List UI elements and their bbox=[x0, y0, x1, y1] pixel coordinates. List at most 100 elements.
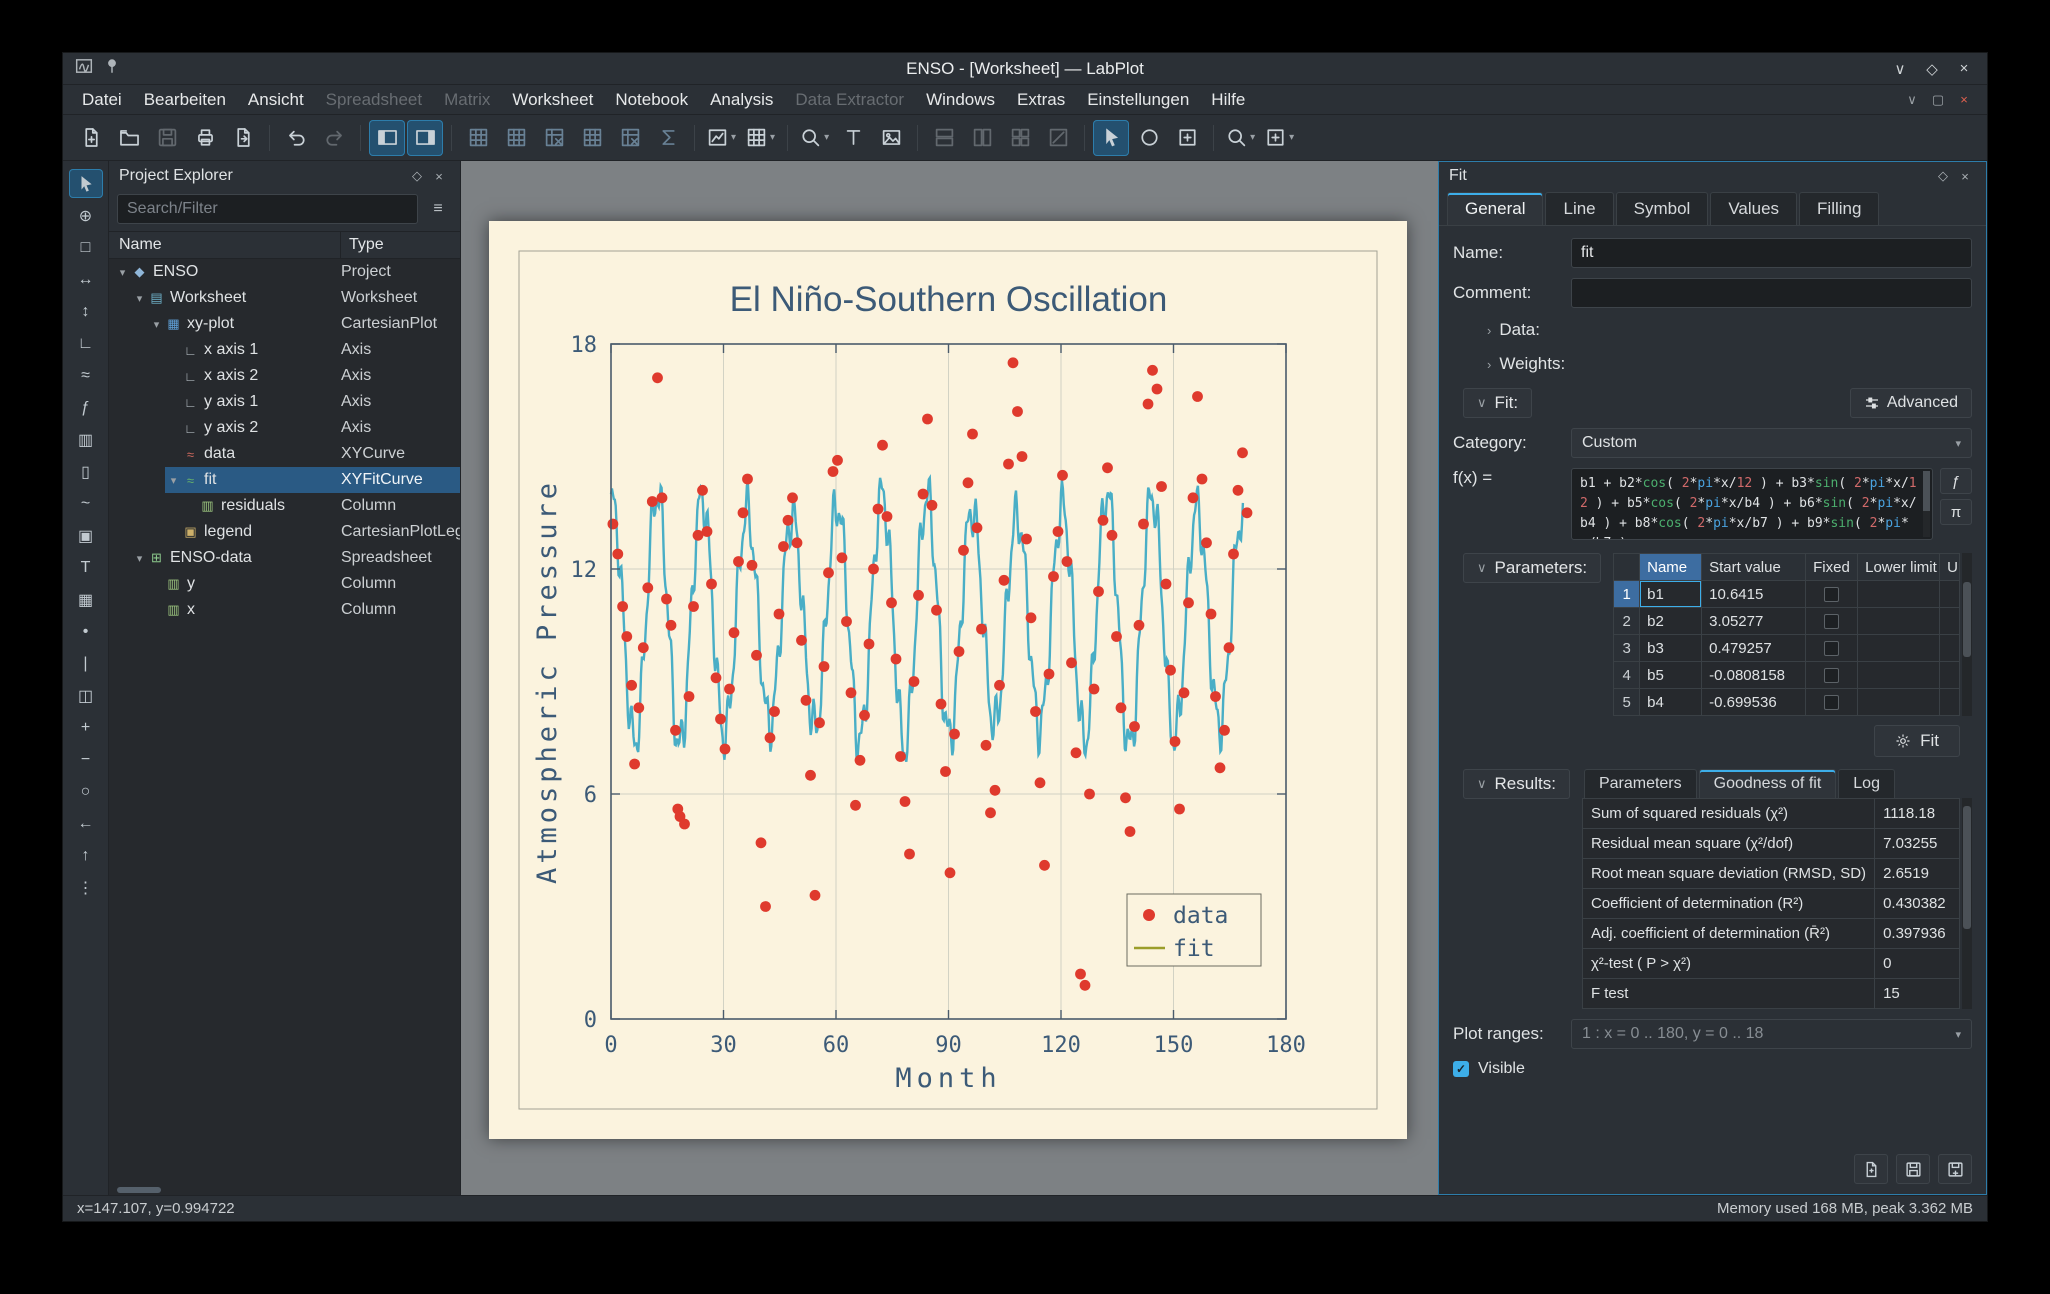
zoom-out-button[interactable]: − bbox=[69, 745, 103, 774]
print-button[interactable] bbox=[187, 120, 223, 156]
menu-worksheet[interactable]: Worksheet bbox=[501, 87, 604, 113]
tree-item-worksheet[interactable]: ▾▤WorksheetWorksheet bbox=[109, 285, 460, 311]
zoom-in-button[interactable]: + bbox=[69, 713, 103, 742]
zoom-y-select-mode-button[interactable]: ↕ bbox=[69, 297, 103, 326]
add-image-button[interactable] bbox=[873, 120, 909, 156]
column-header-name[interactable]: Name bbox=[109, 232, 341, 258]
fit-section-header[interactable]: ∨ Fit: bbox=[1463, 388, 1532, 418]
float-dock-icon[interactable]: ◇ bbox=[1932, 168, 1954, 184]
comment-field[interactable] bbox=[1571, 278, 1972, 308]
select-mode-button[interactable] bbox=[69, 169, 103, 198]
menu-einstellungen[interactable]: Einstellungen bbox=[1076, 87, 1200, 113]
menu-extras[interactable]: Extras bbox=[1006, 87, 1076, 113]
menu-ansicht[interactable]: Ansicht bbox=[237, 87, 315, 113]
formula-editor[interactable]: b1 + b2*cos( 2*pi*x/12 ) + b3*sin( 2*pi*… bbox=[1571, 468, 1933, 540]
auto-scale-button[interactable]: ○ bbox=[69, 777, 103, 806]
results-scrollbar[interactable] bbox=[1962, 798, 1972, 1009]
param-upper-limit-cell[interactable] bbox=[1940, 581, 1960, 608]
param-name-cell[interactable]: b4 bbox=[1640, 689, 1702, 716]
filter-options-icon[interactable]: ≡ bbox=[424, 196, 452, 222]
param-col-start-value[interactable]: Start value bbox=[1702, 554, 1806, 581]
param-start-value-cell[interactable]: -0.699536 bbox=[1702, 689, 1806, 716]
tab-general[interactable]: General bbox=[1447, 192, 1543, 225]
tree-item-residuals[interactable]: ▥residualsColumn bbox=[109, 493, 460, 519]
add-image-button[interactable]: ▦ bbox=[69, 585, 103, 614]
remove-columns-button[interactable] bbox=[612, 120, 648, 156]
add-equation-curve-button[interactable]: ƒ bbox=[69, 393, 103, 422]
insert-column-left-button[interactable] bbox=[574, 120, 610, 156]
crosshair-mode-button[interactable]: ⊕ bbox=[69, 201, 103, 230]
add-fit-curve-button[interactable]: ~ bbox=[69, 489, 103, 518]
column-header-type[interactable]: Type bbox=[341, 232, 460, 258]
param-lower-limit-cell[interactable] bbox=[1858, 689, 1940, 716]
print-preview-button[interactable] bbox=[225, 120, 261, 156]
add-histogram-button[interactable]: ▥ bbox=[69, 425, 103, 454]
tree-item-x-axis-1[interactable]: ∟x axis 1Axis bbox=[109, 337, 460, 363]
column-statistics-button[interactable] bbox=[650, 120, 686, 156]
add-text-label-button[interactable] bbox=[835, 120, 871, 156]
fixed-checkbox[interactable] bbox=[1824, 614, 1839, 629]
undo-button[interactable] bbox=[278, 120, 314, 156]
tree-item-xy-plot[interactable]: ▾▦xy-plotCartesianPlot bbox=[109, 311, 460, 337]
menu-notebook[interactable]: Notebook bbox=[604, 87, 699, 113]
add-text-label-button[interactable]: T bbox=[69, 553, 103, 582]
tree-item-y-axis-1[interactable]: ∟y axis 1Axis bbox=[109, 389, 460, 415]
param-col-upper-limit[interactable]: Upper limit bbox=[1940, 554, 1960, 581]
param-start-value-cell[interactable]: -0.0808158 bbox=[1702, 662, 1806, 689]
tab-values[interactable]: Values bbox=[1710, 192, 1797, 225]
new-spreadsheet-button[interactable]: ▾ bbox=[742, 120, 779, 156]
results-tab-goodness-of-fit[interactable]: Goodness of fit bbox=[1699, 769, 1837, 798]
mdi-close-button[interactable]: × bbox=[1953, 90, 1975, 110]
xy-plot[interactable]: 0306090120150180061218El Niño-Southern O… bbox=[489, 221, 1407, 1139]
param-name-cell[interactable]: b5 bbox=[1640, 662, 1702, 689]
load-template-button[interactable] bbox=[1854, 1154, 1888, 1184]
param-row-b5[interactable]: 4b5-0.0808158 bbox=[1614, 662, 1960, 689]
pin-icon[interactable] bbox=[103, 57, 121, 80]
insert-row-below-button[interactable] bbox=[498, 120, 534, 156]
param-upper-limit-cell[interactable] bbox=[1940, 689, 1960, 716]
param-lower-limit-cell[interactable] bbox=[1858, 635, 1940, 662]
menu-datei[interactable]: Datei bbox=[71, 87, 133, 113]
crosshair-mode-button[interactable] bbox=[1131, 120, 1167, 156]
param-row-b2[interactable]: 2b23.05277 bbox=[1614, 608, 1960, 635]
search-input[interactable] bbox=[117, 194, 418, 224]
add-reference-line-button[interactable]: | bbox=[69, 649, 103, 678]
results-tab-log[interactable]: Log bbox=[1838, 769, 1895, 798]
save-template-as-button[interactable] bbox=[1938, 1154, 1972, 1184]
param-upper-limit-cell[interactable] bbox=[1940, 608, 1960, 635]
data-section-header[interactable]: › Data: bbox=[1487, 320, 1972, 340]
param-upper-limit-cell[interactable] bbox=[1940, 662, 1960, 689]
horizontal-scrollbar[interactable] bbox=[109, 1185, 460, 1195]
expander-icon[interactable]: ▾ bbox=[115, 266, 130, 279]
param-lower-limit-cell[interactable] bbox=[1858, 608, 1940, 635]
results-tab-parameters[interactable]: Parameters bbox=[1584, 769, 1697, 798]
zoom-x-select-mode-button[interactable]: ↔ bbox=[69, 265, 103, 294]
tab-symbol[interactable]: Symbol bbox=[1616, 192, 1709, 225]
expander-icon[interactable]: ▾ bbox=[166, 474, 181, 487]
zoom-mode-button[interactable]: ▾ bbox=[796, 120, 833, 156]
menu-analysis[interactable]: Analysis bbox=[699, 87, 784, 113]
tree-item-fit[interactable]: ▾≈fitXYFitCurve bbox=[109, 467, 460, 493]
weights-section-header[interactable]: › Weights: bbox=[1487, 354, 1972, 374]
param-col-fixed[interactable]: Fixed bbox=[1806, 554, 1858, 581]
mdi-minimize-button[interactable]: ∨ bbox=[1901, 90, 1923, 110]
close-button[interactable]: × bbox=[1951, 58, 1977, 80]
add-axis-button[interactable]: ∟ bbox=[69, 329, 103, 358]
tree-item-x[interactable]: ▥xColumn bbox=[109, 597, 460, 623]
results-section-header[interactable]: ∨ Results: bbox=[1463, 769, 1570, 799]
maximize-button[interactable]: ◇ bbox=[1919, 58, 1945, 80]
param-row-b4[interactable]: 5b4-0.699536 bbox=[1614, 689, 1960, 716]
param-start-value-cell[interactable]: 3.05277 bbox=[1702, 608, 1806, 635]
tab-line[interactable]: Line bbox=[1545, 192, 1613, 225]
insert-row-above-button[interactable] bbox=[460, 120, 496, 156]
param-name-cell[interactable]: b1 bbox=[1640, 581, 1702, 608]
worksheet-canvas[interactable]: 0306090120150180061218El Niño-Southern O… bbox=[489, 221, 1407, 1139]
minimize-button[interactable]: ∨ bbox=[1887, 58, 1913, 80]
plot-legend[interactable]: datafit bbox=[1127, 894, 1261, 966]
param-lower-limit-cell[interactable] bbox=[1858, 662, 1940, 689]
advanced-button[interactable]: Advanced bbox=[1850, 388, 1972, 418]
param-start-value-cell[interactable]: 10.6415 bbox=[1702, 581, 1806, 608]
tree-item-enso-data[interactable]: ▾⊞ENSO-dataSpreadsheet bbox=[109, 545, 460, 571]
add-custom-point-button[interactable]: • bbox=[69, 617, 103, 646]
open-project-button[interactable] bbox=[111, 120, 147, 156]
